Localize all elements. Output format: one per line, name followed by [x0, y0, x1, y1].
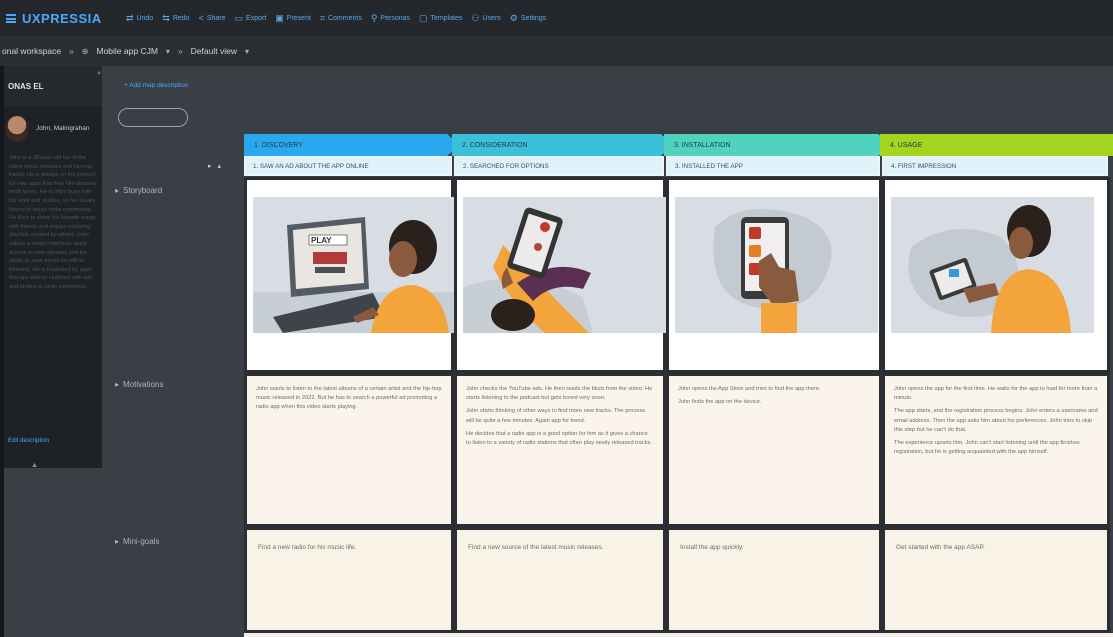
export-icon: ▭	[234, 12, 244, 23]
storyboard-cell[interactable]	[882, 177, 1110, 373]
persona-panel-title: ONAS EL	[4, 66, 102, 106]
persona-card[interactable]: John, Malingrahan	[4, 106, 102, 142]
mini-goal-text: Get started with the app ASAP.	[896, 544, 985, 551]
svg-text:PLAY: PLAY	[311, 236, 332, 245]
chevron-down-icon[interactable]: ▾	[245, 47, 249, 56]
chevron-right-icon: ▸	[115, 186, 120, 195]
project-icon: ⊕	[81, 46, 89, 56]
app-window: UXPRESSIA ⇄ Undo ⇆ Redo < Share ▭ Export ▣ Presen…	[0, 0, 1113, 637]
storyboard-cell[interactable]	[454, 177, 666, 373]
motivations-text: John opens the App Store and tries to fi…	[678, 386, 821, 406]
motivations-cell[interactable]: John opens the app for the first time. H…	[882, 373, 1110, 527]
toolbar-item-export[interactable]: ▭ Export	[234, 12, 267, 23]
app-logo: UXPRESSIA	[22, 10, 102, 26]
stage-header-installation[interactable]: 3. INSTALLATION	[664, 134, 892, 156]
storyboard-cell[interactable]: PLAY	[244, 177, 456, 373]
motivations-cell[interactable]: John checks the YouTube ads. He then rea…	[454, 373, 666, 527]
step-header[interactable]: 3. INSTALLED THE APP	[666, 156, 880, 176]
mini-goal-text: Install the app quickly.	[680, 544, 744, 551]
toolbar-item-label: Comments	[327, 14, 362, 22]
toolbar-item-redo[interactable]: ⇆ Redo	[162, 12, 190, 23]
stage-header-consideration[interactable]: 2. CONSIDERATION	[452, 134, 674, 156]
toolbar-item-undo[interactable]: ⇄ Undo	[126, 12, 154, 23]
storyboard-usage-illustration	[891, 197, 1094, 333]
toolbar-item-label: Settings	[520, 14, 547, 22]
comments-icon: ⌗	[319, 12, 325, 23]
row-label-mini-goals[interactable]: ▸ Mini-goals	[115, 537, 159, 546]
motivations-text: John checks the YouTube ads. He then rea…	[466, 386, 653, 447]
avatar	[6, 116, 28, 142]
settings-icon: ⚙	[509, 12, 518, 23]
toolbar-item-label: Share	[206, 14, 226, 22]
mini-goal-text: Find a new source of the latest music re…	[468, 544, 604, 551]
mini-goal-cell[interactable]: Get started with the app ASAP.	[882, 527, 1110, 633]
storyboard-laptop-illustration: PLAY	[253, 197, 456, 333]
toolbar-item-personas[interactable]: ⚲ Personas	[370, 12, 410, 23]
toolbar-item-label: Present	[286, 14, 311, 22]
storyboard-install-illustration	[675, 197, 878, 333]
edit-description-link[interactable]: Edit description	[8, 438, 49, 444]
persona-panel: ONAS EL John, Malingrahan John is a 28-y…	[4, 66, 102, 468]
toolbar-item-label: Redo	[172, 14, 190, 22]
step-header[interactable]: 2. SEARCHED FOR OPTIONS	[454, 156, 664, 176]
step-header[interactable]: 1. SAW AN AD ABOUT THE APP ONLINE	[244, 156, 452, 176]
users-icon: ⚇	[471, 12, 480, 23]
breadcrumb-workspace[interactable]: onal workspace	[2, 46, 61, 56]
motivations-text: John opens the app for the first time. H…	[894, 386, 1098, 456]
mini-goal-cell[interactable]: Find a new radio for his music life.	[244, 527, 454, 633]
present-icon: ▣	[275, 12, 284, 23]
persona-name: John, Malingrahan	[36, 125, 90, 132]
search-input[interactable]	[118, 108, 188, 127]
share-icon: <	[198, 12, 204, 23]
expand-rows-control[interactable]: ▸ ▴	[208, 162, 223, 170]
toolbar-actions: ⇄ Undo ⇆ Redo < Share ▭ Export ▣ Present ⌗ Comments…	[126, 12, 547, 23]
row-label-storyboard[interactable]: ▸ Storyboard	[115, 186, 162, 195]
storyboard-cell[interactable]	[666, 177, 882, 373]
toolbar-item-share[interactable]: < Share	[198, 12, 226, 23]
menu-icon[interactable]	[6, 13, 16, 23]
toolbar-item-label: Undo	[136, 14, 154, 22]
arrows-icon: ⇄	[126, 12, 134, 23]
toolbar-item-label: Export	[246, 14, 267, 22]
motivations-cell[interactable]: John wants to listen to the latest album…	[244, 373, 454, 527]
stage-header-discovery[interactable]: 1. DISCOVERY	[244, 134, 460, 156]
toolbar-item-comments[interactable]: ⌗ Comments	[319, 12, 362, 23]
templates-icon: ▢	[419, 12, 428, 23]
scroll-up-icon[interactable]: ▲	[96, 70, 102, 76]
toolbar-item-templates[interactable]: ▢ Templates	[419, 12, 463, 23]
breadcrumb: onal workspace » ⊕ Mobile app CJM ▾ » De…	[0, 36, 1113, 66]
storyboard-phone-illustration	[463, 197, 666, 333]
step-header[interactable]: 4. FIRST IMPRESSION	[882, 156, 1108, 176]
motivations-cell[interactable]: John opens the App Store and tries to fi…	[666, 373, 882, 527]
toolbar-item-label: Users	[482, 14, 501, 22]
brand[interactable]: UXPRESSIA	[0, 11, 126, 26]
persona-description: John is a 28-year-old fan of the latest …	[9, 155, 97, 290]
stage-header-usage[interactable]: 4. USAGE	[880, 134, 1113, 156]
row-label-motivations[interactable]: ▸ Motivations	[115, 380, 163, 389]
toolbar-item-label: Personas	[380, 14, 410, 22]
motivations-text: John wants to listen to the latest album…	[256, 386, 442, 411]
top-toolbar: UXPRESSIA ⇄ Undo ⇆ Redo < Share ▭ Export ▣ Presen…	[0, 0, 1113, 36]
chevron-right-icon: ▸	[115, 537, 120, 546]
mini-goal-text: Find a new radio for his music life.	[258, 544, 357, 551]
next-row-edge	[244, 633, 1113, 637]
breadcrumb-view[interactable]: Default view	[191, 46, 237, 56]
toolbar-item-users[interactable]: ⚇ Users	[471, 12, 501, 23]
breadcrumb-separator: »	[69, 46, 74, 56]
mini-goal-cell[interactable]: Install the app quickly.	[666, 527, 882, 633]
toolbar-item-settings[interactable]: ⚙ Settings	[509, 12, 547, 23]
add-map-description-link[interactable]: + Add map description	[124, 82, 189, 89]
breadcrumb-project[interactable]: Mobile app CJM	[97, 46, 158, 56]
toolbar-item-present[interactable]: ▣ Present	[275, 12, 311, 23]
personas-icon: ⚲	[370, 12, 378, 23]
mini-goal-cell[interactable]: Find a new source of the latest music re…	[454, 527, 666, 633]
arrows-icon: ⇆	[162, 12, 170, 23]
chevron-right-icon: ▸	[115, 380, 120, 389]
collapse-icon[interactable]: ▲	[31, 462, 38, 469]
chevron-down-icon[interactable]: ▾	[166, 47, 170, 56]
toolbar-item-label: Templates	[430, 14, 463, 22]
breadcrumb-separator: »	[177, 46, 183, 56]
